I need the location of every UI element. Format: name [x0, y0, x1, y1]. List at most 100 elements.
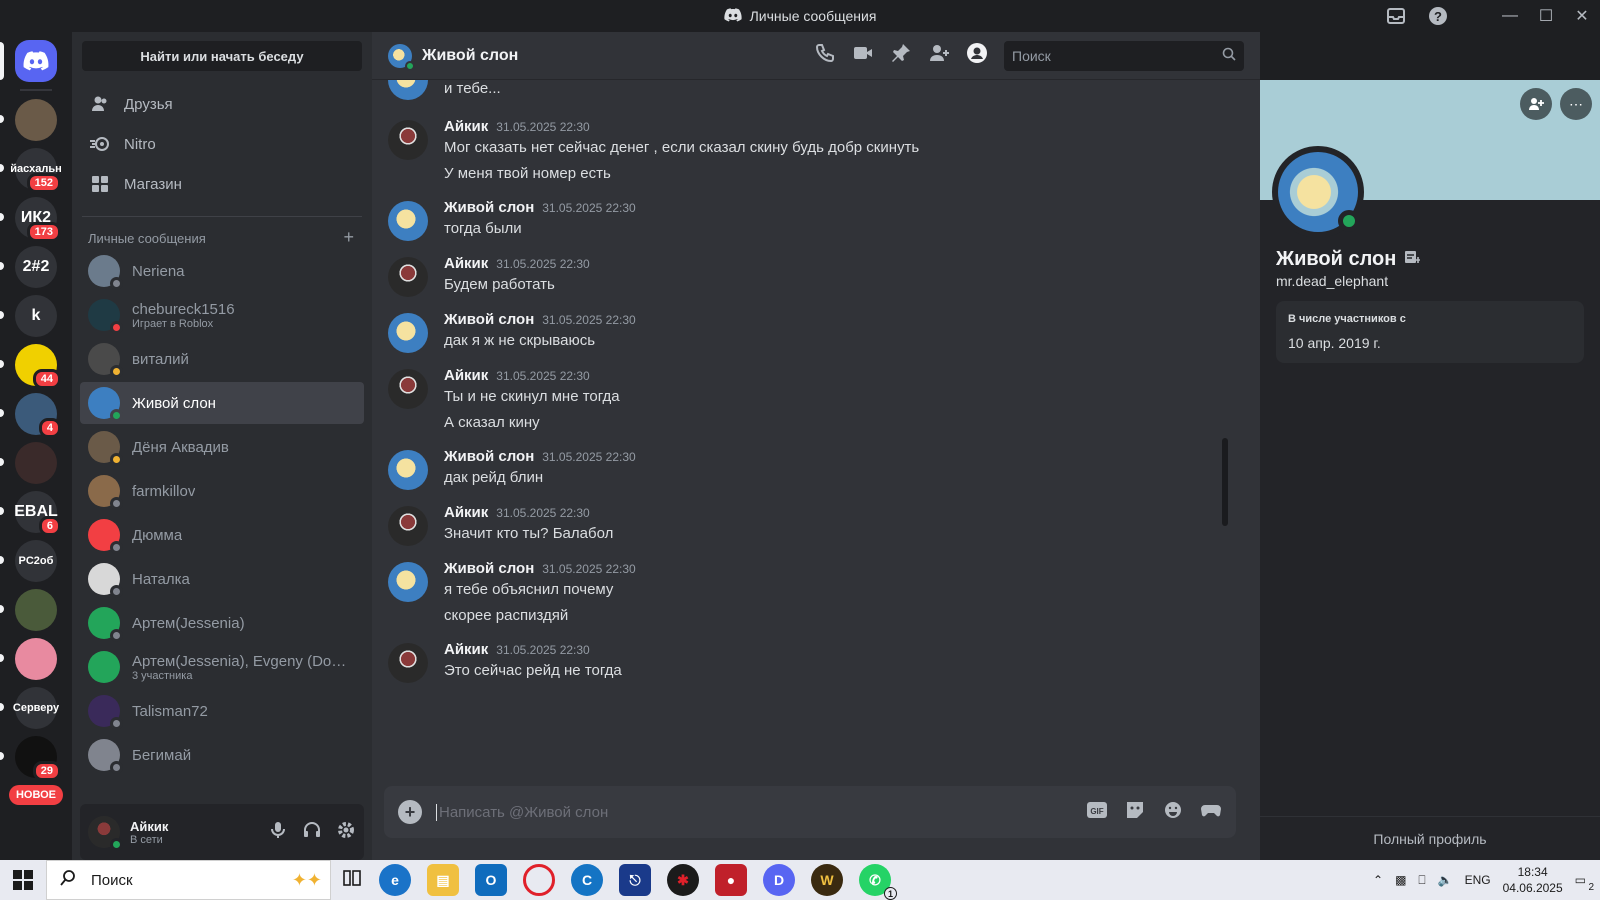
- message-author[interactable]: Живой слон: [444, 448, 534, 465]
- dm-item[interactable]: Артем(Jessenia): [80, 602, 364, 644]
- chevron-up-icon[interactable]: ⌃: [1373, 873, 1383, 887]
- notifications-icon[interactable]: ▭ 2: [1575, 873, 1594, 893]
- server-icon[interactable]: йасхальн 152: [0, 148, 62, 193]
- message-author[interactable]: Айкик: [444, 367, 488, 384]
- server-icon[interactable]: [0, 99, 57, 141]
- c-app-icon[interactable]: C: [571, 864, 603, 896]
- avatar[interactable]: [388, 201, 428, 241]
- start-button[interactable]: [0, 870, 46, 890]
- shield-app-icon[interactable]: ⎋: [619, 864, 651, 896]
- avatar[interactable]: [388, 313, 428, 353]
- help-icon[interactable]: ?: [1426, 4, 1450, 28]
- server-icon[interactable]: 29: [0, 736, 61, 781]
- taskbar-search-input[interactable]: Поиск ✦✦: [46, 860, 331, 900]
- edge-icon[interactable]: e: [379, 864, 411, 896]
- headphones-icon[interactable]: [302, 820, 322, 845]
- server-icon[interactable]: [0, 442, 57, 484]
- dm-item[interactable]: Дёня Аквадив: [80, 426, 364, 468]
- full-profile-button[interactable]: Полный профиль: [1260, 816, 1600, 860]
- volume-icon[interactable]: 🔈: [1438, 873, 1453, 887]
- clock[interactable]: 18:34 04.06.2025: [1503, 864, 1563, 896]
- message-author[interactable]: Живой слон: [444, 311, 534, 328]
- network-icon[interactable]: ⎕: [1418, 873, 1425, 888]
- server-icon[interactable]: 2#2: [0, 246, 57, 288]
- task-view-icon[interactable]: [341, 867, 363, 894]
- server-icon[interactable]: PC2об: [0, 540, 57, 582]
- avatar[interactable]: [388, 257, 428, 297]
- nav-nitro[interactable]: Nitro: [80, 124, 364, 164]
- red-app-icon[interactable]: ✱: [667, 864, 699, 896]
- dm-item[interactable]: Артем(Jessenia), Evgeny (Dou... 3 участни…: [80, 646, 364, 688]
- dm-item[interactable]: Бегимай: [80, 734, 364, 776]
- dm-item[interactable]: chebureck1516 Играет в Roblox: [80, 294, 364, 336]
- close-icon[interactable]: ✕: [1564, 6, 1600, 26]
- message-author[interactable]: Живой слон: [444, 560, 534, 577]
- message-author[interactable]: Айкик: [444, 641, 488, 658]
- server-icon[interactable]: Серверу: [0, 687, 59, 729]
- server-icon[interactable]: 4: [0, 393, 61, 438]
- language-indicator[interactable]: ENG: [1465, 873, 1491, 887]
- minimize-icon[interactable]: —: [1492, 7, 1528, 25]
- voice-call-icon[interactable]: [814, 42, 836, 69]
- profile-avatar[interactable]: [1272, 146, 1364, 238]
- whatsapp-icon[interactable]: ✆ 1: [859, 864, 897, 900]
- find-conversation-button[interactable]: Найти или начать беседу: [82, 41, 362, 71]
- message-scrollbar[interactable]: [1222, 438, 1228, 526]
- search-input[interactable]: Поиск: [1004, 40, 1244, 71]
- inbox-icon[interactable]: [1384, 4, 1408, 28]
- create-dm-icon[interactable]: +: [343, 228, 354, 246]
- discord-taskbar-icon[interactable]: D: [763, 864, 795, 896]
- opera-icon[interactable]: [523, 864, 555, 896]
- avatar[interactable]: [388, 450, 428, 490]
- add-friend-to-dm-icon[interactable]: [928, 42, 950, 69]
- server-icon[interactable]: 44: [0, 344, 61, 389]
- emoji-icon[interactable]: [1162, 800, 1184, 825]
- server-icon[interactable]: EBAL 6: [0, 491, 61, 536]
- dm-item[interactable]: Живой слон: [80, 382, 364, 424]
- avatar[interactable]: [388, 369, 428, 409]
- message-input[interactable]: Написать @Живой слон: [436, 803, 1086, 821]
- dm-item[interactable]: farmkillov: [80, 470, 364, 512]
- recorder-icon[interactable]: ●: [715, 864, 747, 896]
- nav-shop[interactable]: Магазин: [80, 164, 364, 204]
- more-options-icon[interactable]: ⋯: [1560, 88, 1592, 120]
- message-author[interactable]: Айкик: [444, 504, 488, 521]
- avatar[interactable]: [388, 562, 428, 602]
- video-call-icon[interactable]: [852, 42, 874, 69]
- dm-item[interactable]: Talisman72: [80, 690, 364, 732]
- file-explorer-icon[interactable]: ▤: [427, 864, 459, 896]
- avatar[interactable]: [388, 120, 428, 160]
- wow-icon[interactable]: W: [811, 864, 843, 896]
- dm-item[interactable]: виталий: [80, 338, 364, 380]
- meet-icon[interactable]: ▩: [1395, 873, 1406, 887]
- pin-icon[interactable]: [890, 42, 912, 69]
- home-button[interactable]: [0, 40, 57, 82]
- add-friend-icon[interactable]: [1520, 88, 1552, 120]
- maximize-icon[interactable]: ☐: [1528, 6, 1564, 26]
- outlook-icon[interactable]: O: [475, 864, 507, 896]
- message-author[interactable]: Живой слон: [444, 199, 534, 216]
- message-author[interactable]: Айкик: [444, 118, 488, 135]
- avatar[interactable]: [388, 643, 428, 683]
- dm-item[interactable]: Наталка: [80, 558, 364, 600]
- server-icon[interactable]: k: [0, 295, 57, 337]
- microphone-icon[interactable]: [268, 820, 288, 845]
- message-author[interactable]: Айкик: [444, 255, 488, 272]
- settings-gear-icon[interactable]: [336, 820, 356, 845]
- new-servers-badge[interactable]: НОВОЕ: [9, 785, 63, 805]
- note-icon[interactable]: [1404, 248, 1422, 271]
- avatar[interactable]: [388, 80, 428, 100]
- attach-plus-icon[interactable]: +: [398, 800, 422, 824]
- sticker-icon[interactable]: [1124, 800, 1146, 825]
- avatar[interactable]: [388, 506, 428, 546]
- nav-friends[interactable]: Друзья: [80, 84, 364, 124]
- server-icon[interactable]: ИК2 173: [0, 197, 61, 242]
- activity-gamepad-icon[interactable]: [1200, 800, 1222, 825]
- gif-icon[interactable]: GIF: [1086, 800, 1108, 825]
- avatar[interactable]: [88, 816, 123, 851]
- server-icon[interactable]: [0, 638, 57, 680]
- server-icon[interactable]: [0, 589, 57, 631]
- user-profile-toggle-icon[interactable]: [966, 42, 988, 69]
- dm-item[interactable]: Дюмма: [80, 514, 364, 556]
- dm-item[interactable]: Neriena: [80, 250, 364, 292]
